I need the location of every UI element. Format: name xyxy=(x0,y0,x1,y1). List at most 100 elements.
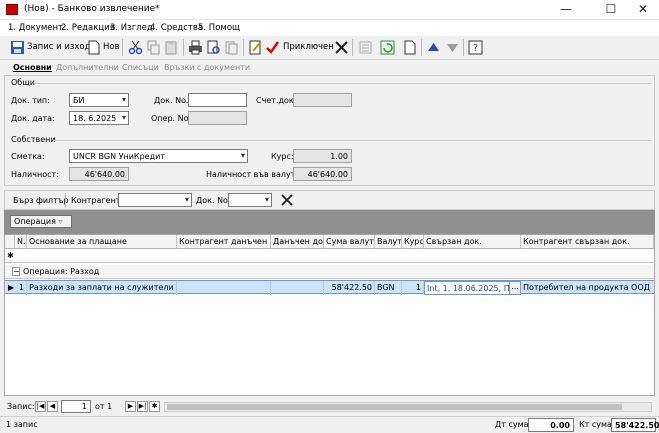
menu-help[interactable]: 5. Помощ xyxy=(198,23,240,33)
new-record-icon[interactable]: ✱ xyxy=(149,401,160,412)
window-title: (Нов) - Банково извлечение* xyxy=(24,4,160,14)
group-general-label: Общи xyxy=(11,78,35,87)
cash-value: 46'640.00 xyxy=(69,167,129,181)
oper-no-label: Опер. No. xyxy=(151,114,191,123)
menu-view[interactable]: 3. Изглед xyxy=(110,23,153,33)
cell-contragent-tax-doc[interactable] xyxy=(177,281,271,295)
chevron-down-icon: ▾ xyxy=(240,151,245,160)
paste-icon[interactable] xyxy=(164,40,179,55)
tab-main[interactable]: Основни xyxy=(13,63,52,75)
doc-date-picker[interactable]: 18. 6.2025 ▾ xyxy=(69,111,129,125)
grid-header-currency[interactable]: Валута xyxy=(375,235,402,249)
cash-label: Наличност: xyxy=(11,170,59,179)
cell-rate[interactable]: 1 xyxy=(402,281,424,295)
table-row[interactable]: ▶ 1 Разходи за заплати на служители 58'4… xyxy=(5,280,654,295)
group-own-label: Собствени xyxy=(11,135,56,144)
print-preview-icon[interactable] xyxy=(206,40,221,55)
cell-amount[interactable]: 58'422.50 xyxy=(324,281,375,295)
grid-header-contragent-linked[interactable]: Контрагент свързан док. xyxy=(521,235,654,249)
clear-filter-icon[interactable] xyxy=(280,193,294,207)
next-record-icon[interactable]: ▶ xyxy=(125,401,136,412)
main-panel: Общи Док. тип: БИ ▾ Док. дата: 18. 6.2025… xyxy=(4,75,655,186)
doc-type-select[interactable]: БИ ▾ xyxy=(69,93,129,107)
first-record-icon[interactable]: |◀ xyxy=(35,401,46,412)
credit-sum-label: Кт сума: xyxy=(579,420,615,429)
menu-bar: 1. Документ 2. Редакция 3. Изглед 4. Сре… xyxy=(0,20,659,36)
tab-lists[interactable]: Списъци xyxy=(122,63,159,75)
collapse-icon[interactable]: − xyxy=(12,267,20,276)
grid-header-n[interactable]: N... xyxy=(15,235,27,249)
copy-icon[interactable] xyxy=(146,40,161,55)
save-close-button[interactable]: Запис и изход xyxy=(27,42,91,52)
maximize-button[interactable]: ☐ xyxy=(596,0,626,20)
group-row[interactable]: − Операция: Разход xyxy=(5,265,654,279)
cell-tax-doc[interactable] xyxy=(271,281,324,295)
cut-icon[interactable] xyxy=(128,40,143,55)
menu-document[interactable]: 1. Документ xyxy=(8,23,63,33)
cell-contragent-linked[interactable]: Потребител на продукта ООД xyxy=(521,281,654,295)
cell-linked-doc[interactable]: Int, 1, 18.06.2025, Потр ... xyxy=(424,281,521,295)
cell-basis[interactable]: Разходи за заплати на служители xyxy=(27,281,177,295)
menu-tools[interactable]: 4. Средства xyxy=(150,23,203,33)
chevron-down-icon: ▾ xyxy=(264,195,269,204)
refresh-icon[interactable] xyxy=(380,40,395,55)
group-row-label: Операция: Разход xyxy=(23,267,100,276)
copy-document-icon[interactable] xyxy=(224,40,239,55)
group-chip-operation[interactable]: Операция ▿ xyxy=(10,215,72,228)
title-bar: (Нов) - Банково извлечение* — ☐ ✕ xyxy=(0,0,659,20)
menu-edit[interactable]: 2. Редакция xyxy=(61,23,115,33)
help-icon[interactable]: ? xyxy=(468,40,483,55)
finished-button[interactable]: Приключен xyxy=(283,42,334,52)
record-label: Запис: xyxy=(7,402,35,411)
new-button[interactable]: Нов xyxy=(103,42,120,52)
blank-page-icon[interactable] xyxy=(402,40,417,55)
grid-header-basis[interactable]: Основание за плащане xyxy=(27,235,177,249)
account-label: Сметка: xyxy=(11,152,45,161)
delete-icon[interactable] xyxy=(334,40,349,55)
group-by-area: Операция ▿ xyxy=(4,210,655,234)
new-row[interactable]: ✱ xyxy=(5,249,654,263)
doc-no-filter-select[interactable]: ▾ xyxy=(228,193,272,207)
close-button[interactable]: ✕ xyxy=(628,0,658,20)
chevron-down-icon: ▾ xyxy=(121,113,126,122)
new-document-icon[interactable] xyxy=(86,40,101,55)
linked-doc-browse-button[interactable]: ... xyxy=(509,282,520,294)
rate-value: 1.00 xyxy=(293,149,352,163)
grid-header-linked-doc[interactable]: Свързан док. xyxy=(424,235,521,249)
acc-doc-label: Счет.док. xyxy=(256,96,297,105)
grid-header-amount[interactable]: Сума валута xyxy=(324,235,375,249)
print-icon[interactable] xyxy=(188,40,203,55)
arrow-down-icon[interactable] xyxy=(445,40,460,55)
cell-currency[interactable]: BGN xyxy=(375,281,402,295)
record-navigator: Запис: |◀ ◀ 1 от 1 ▶ ▶| ✱ xyxy=(0,398,659,416)
app-icon xyxy=(6,4,18,15)
last-record-icon[interactable]: ▶| xyxy=(137,401,148,412)
credit-sum-value: 58'422.50 xyxy=(611,418,659,432)
prev-record-icon[interactable]: ◀ xyxy=(47,401,58,412)
edit-document-icon[interactable] xyxy=(248,40,263,55)
grid-header-rate[interactable]: Курс xyxy=(402,235,424,249)
scrollbar-thumb[interactable] xyxy=(167,404,622,410)
arrow-up-icon[interactable] xyxy=(426,40,441,55)
contragent-filter-select[interactable]: ▾ xyxy=(118,193,192,207)
doc-no-input[interactable] xyxy=(188,93,247,107)
tab-additional[interactable]: Допълнителни xyxy=(56,63,119,75)
check-icon[interactable] xyxy=(265,40,280,55)
minimize-button[interactable]: — xyxy=(551,0,581,20)
filter-bar: Бърз филтър Контрагент: ▾ Док. No. ▾ xyxy=(4,190,655,210)
tab-strip: Основни Допълнителни Списъци Връзки с до… xyxy=(4,63,655,75)
tab-doc-links[interactable]: Връзки с документи xyxy=(164,63,250,75)
record-of-label: от 1 xyxy=(95,402,113,411)
doc-no-filter-label: Док. No. xyxy=(196,196,231,205)
current-row-arrow-icon: ▶ xyxy=(8,283,15,292)
horizontal-scrollbar[interactable] xyxy=(164,402,652,412)
doc-date-label: Док. дата: xyxy=(11,114,55,123)
account-select[interactable]: UNCR BGN УниКредит ▾ xyxy=(69,149,248,163)
grid-header-tax-doc[interactable]: Данъчен док. xyxy=(271,235,324,249)
tree-icon[interactable] xyxy=(358,40,373,55)
record-number-input[interactable]: 1 xyxy=(61,400,91,413)
cell-n[interactable]: 1 xyxy=(15,281,27,295)
contragent-filter-label: Контрагент: xyxy=(71,196,124,205)
save-icon[interactable] xyxy=(10,40,25,55)
grid-header-contragent-tax-doc[interactable]: Контрагент данъчен док. xyxy=(177,235,271,249)
